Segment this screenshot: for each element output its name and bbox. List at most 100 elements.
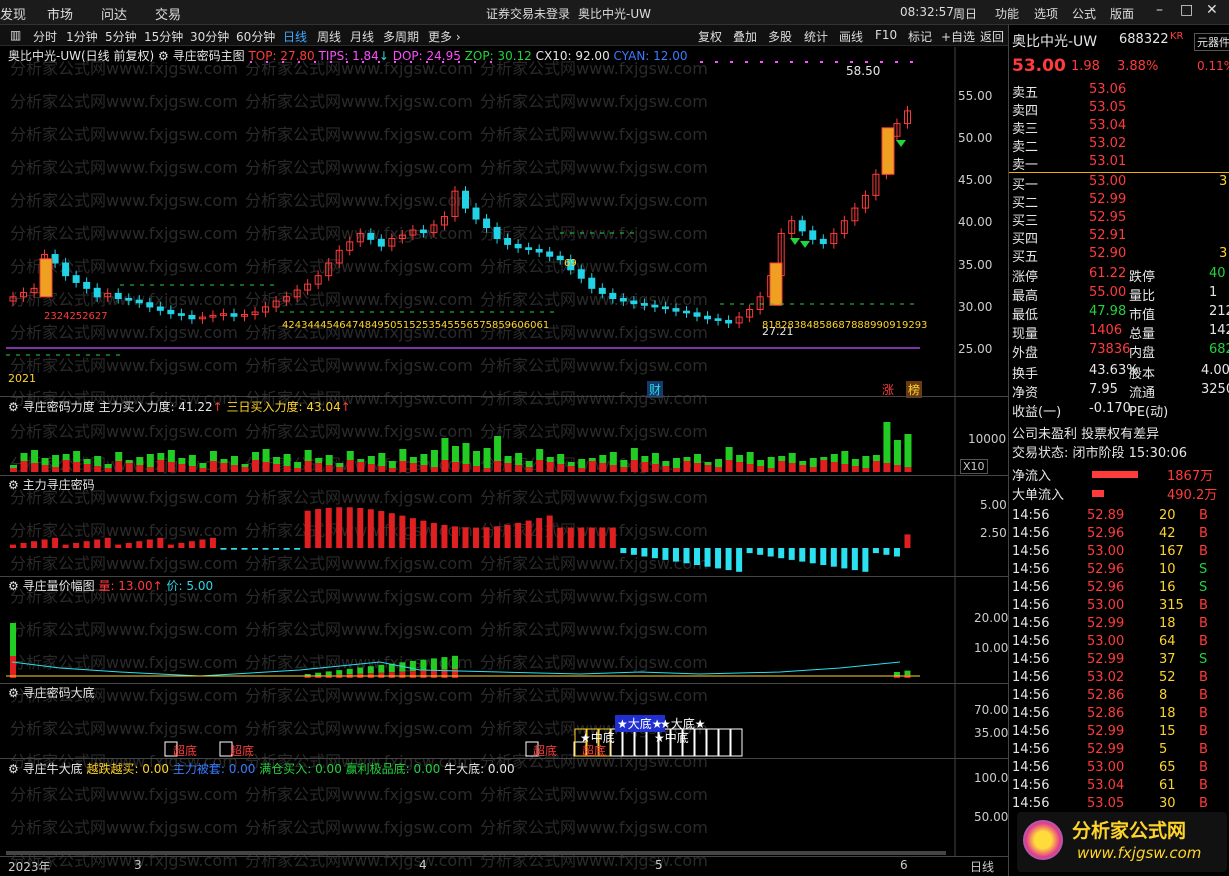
bull-title[interactable]: 寻庄牛大底 (23, 762, 83, 776)
force-bar-red (199, 539, 206, 548)
y-tick: 10.00 (974, 641, 1009, 655)
power-bar-green (399, 449, 407, 461)
main-indicator-name[interactable]: 寻庄密码主图 (173, 49, 245, 63)
y-tick: 70.00 (974, 703, 1009, 717)
candle-body (619, 297, 627, 302)
net-inflow-value: 1867万 (1167, 469, 1214, 484)
tick-volume: 52 (1159, 670, 1176, 685)
close-icon[interactable]: ✕ (1206, 2, 1218, 18)
force-bar-red (420, 520, 427, 548)
power-bar-green (325, 455, 333, 465)
indicator-settings-icon[interactable]: ⚙ (158, 49, 169, 63)
tick-side: B (1199, 706, 1208, 721)
indicator-settings-icon[interactable]: ⚙ (8, 686, 19, 700)
power-bar-red (167, 462, 175, 472)
tick-time: 14:56 (1012, 526, 1050, 541)
power-bar-green (220, 459, 228, 463)
force-bar-cyan (662, 548, 669, 560)
power-bar-green (778, 456, 786, 461)
power-bar-red (336, 467, 344, 472)
volprice-bar-green (441, 657, 448, 670)
super-bottom-label: 超底 (230, 744, 255, 758)
power-bar-red (662, 466, 670, 472)
mainforce-title[interactable]: 主力寻庄密码 (23, 478, 95, 492)
power-bar-green (304, 450, 312, 461)
stat-value: 4.00 (1201, 363, 1229, 378)
power-bar-red (715, 467, 723, 472)
bid-label: 买三 (1012, 214, 1039, 229)
power-bar-red (841, 464, 849, 472)
force-bar-cyan (262, 548, 269, 550)
power-bar-red (830, 462, 838, 472)
cyan-value: CYAN: 12.00 (613, 49, 688, 63)
time-label: 3 (134, 858, 142, 872)
top-value: TOP: 27.80 (248, 49, 315, 63)
maximize-icon[interactable]: □ (1180, 2, 1193, 18)
y-tick: 30.00 (958, 300, 993, 314)
stat-key: 最低 (1012, 308, 1039, 323)
power-bar-green (178, 458, 186, 464)
indicator-settings-icon[interactable]: ⚙ (8, 400, 19, 414)
tick-price: 52.99 (1087, 724, 1125, 739)
tick-price: 52.96 (1087, 580, 1125, 595)
power-bar-green (441, 438, 449, 460)
menu-options[interactable]: 选项 (1034, 5, 1058, 22)
count-labels-b: 4243444546474849505152535455565758596060… (282, 320, 550, 331)
indicator-settings-icon[interactable]: ⚙ (8, 762, 19, 776)
power-bar-red (704, 465, 712, 472)
kline-chart-canvas[interactable] (0, 0, 1008, 876)
tick-side: B (1199, 724, 1208, 739)
volprice-title[interactable]: 寻庄量价幅图 (23, 579, 95, 593)
power-bar-red (230, 465, 238, 472)
menu-layout[interactable]: 版面 (1110, 5, 1134, 22)
power-bar-red (430, 467, 438, 472)
force-bar-cyan (220, 548, 227, 550)
bottom-title[interactable]: 寻庄密码大底 (23, 686, 95, 700)
force-bar-cyan (820, 548, 827, 565)
stat-key: 市值 (1129, 308, 1156, 323)
power-title[interactable]: 寻庄密码力度 (23, 400, 95, 414)
logo-text: 分析家公式网 (1072, 820, 1187, 842)
tick-price: 53.00 (1087, 598, 1125, 613)
indicator-settings-icon[interactable]: ⚙ (8, 478, 19, 492)
power-bar-red (641, 462, 649, 472)
force-bar-red (599, 527, 606, 548)
bottom-signal-box (706, 728, 719, 757)
tick-side: S (1199, 652, 1208, 667)
candle-body (367, 232, 375, 240)
force-bar-cyan (641, 548, 648, 557)
bull-f3: 满仓买入: 0.00 (259, 762, 342, 776)
tick-time: 14:56 (1012, 562, 1050, 577)
stat-key: 股本 (1129, 367, 1156, 382)
tick-side: B (1199, 508, 1208, 523)
power-bar-red (820, 460, 828, 472)
indicator-settings-icon[interactable]: ⚙ (8, 579, 19, 593)
power-bar-green (609, 452, 617, 465)
minimize-icon[interactable]: – (1156, 2, 1163, 18)
mainforce-panel-header: ⚙ 主力寻庄密码 (8, 476, 95, 493)
force-bar-red (73, 542, 80, 548)
volprice-bar-red (399, 671, 406, 678)
bid-volume: 3 (1219, 174, 1228, 189)
power-bar-green (588, 458, 596, 461)
force-bar-cyan (672, 548, 679, 562)
y-tick: 55.00 (958, 89, 993, 103)
quote-sector[interactable]: 元器件 (1194, 33, 1229, 51)
power-bar-red (357, 462, 365, 472)
stat-key: 外盘 (1012, 346, 1039, 361)
power-bar-red (20, 461, 28, 472)
power-bar-green (494, 436, 502, 461)
period-label[interactable]: 日线 (970, 858, 994, 875)
tick-time: 14:56 (1012, 616, 1050, 631)
power-bar-red (125, 463, 133, 472)
power-bar-green (241, 464, 249, 467)
force-bar-cyan (273, 548, 280, 550)
power-bar-green (451, 446, 459, 462)
force-bar-red (125, 542, 132, 548)
power-bar-green (52, 455, 60, 467)
tick-volume: 42 (1159, 526, 1176, 541)
power-bar-red (630, 460, 638, 472)
menu-formula[interactable]: 公式 (1072, 5, 1096, 22)
bid-price: 52.99 (1089, 192, 1127, 207)
tick-volume: 18 (1159, 706, 1176, 721)
